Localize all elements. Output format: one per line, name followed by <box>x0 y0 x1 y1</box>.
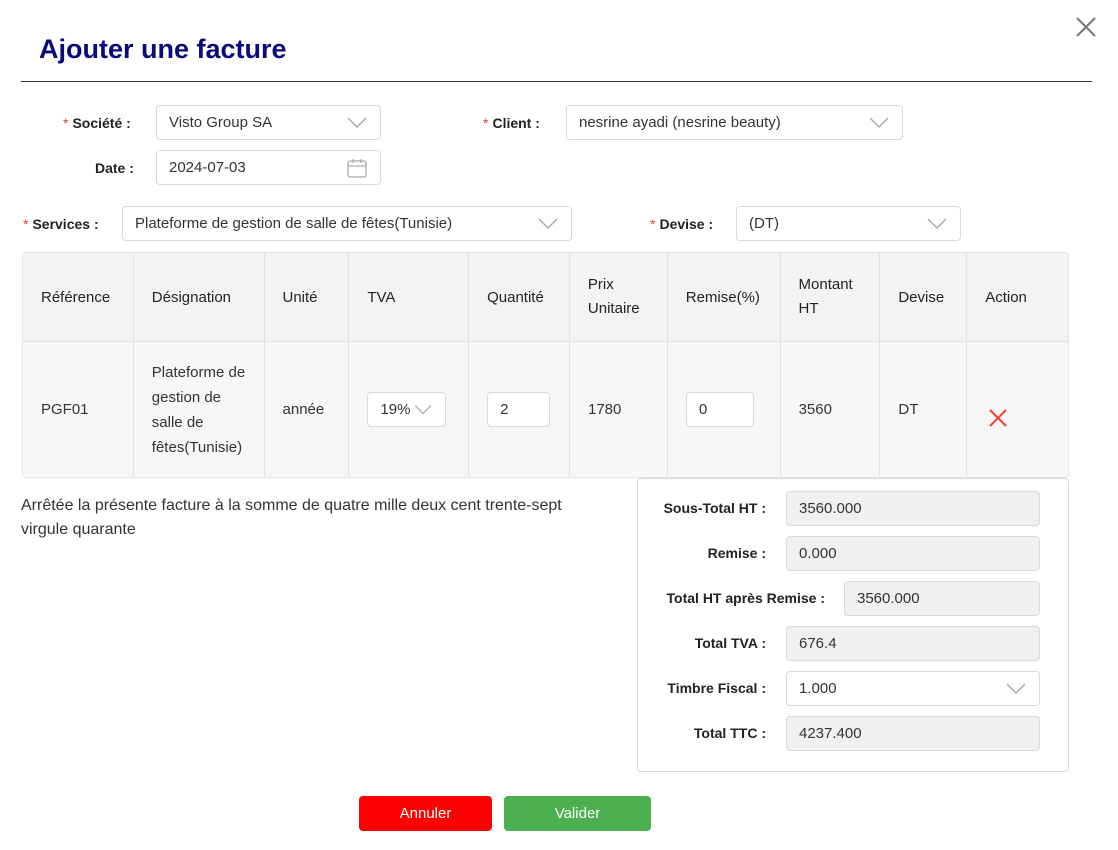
timbre-fiscal-select[interactable]: 1.000 <box>786 671 1040 706</box>
societe-select[interactable]: Visto Group SA <box>156 105 381 140</box>
chevron-down-icon <box>1006 682 1026 694</box>
header-devise: Devise <box>880 253 968 341</box>
add-invoice-dialog: Ajouter une facture * Société : Visto Gro… <box>0 0 1118 850</box>
sous-total-ht-field: 3560.000 <box>786 491 1040 526</box>
client-value: nesrine ayadi (nesrine beauty) <box>579 114 781 131</box>
services-label: * Services : <box>23 216 99 232</box>
tva-value: 19% <box>380 401 411 418</box>
header-prix-unitaire: Prix Unitaire <box>570 253 668 341</box>
date-label: Date : <box>95 160 134 176</box>
totals-panel: Sous-Total HT : 3560.000 Remise : 0.000 … <box>637 478 1069 772</box>
submit-button[interactable]: Valider <box>504 796 651 831</box>
chevron-down-icon <box>347 116 367 128</box>
total-tva-field: 676.4 <box>786 626 1040 661</box>
services-value: Plateforme de gestion de salle de fêtes(… <box>135 215 453 232</box>
close-icon[interactable] <box>1074 15 1098 39</box>
total-ht-apres-remise-label: Total HT après Remise : <box>666 590 825 606</box>
remise-field: 0.000 <box>786 536 1040 571</box>
invoice-lines-table: Référence Désignation Unité TVA Quantité… <box>22 252 1069 478</box>
header-unite: Unité <box>265 253 350 341</box>
total-tva-label: Total TVA : <box>694 635 766 651</box>
header-montant-ht: Montant HT <box>781 253 881 341</box>
header-tva: TVA <box>349 253 470 341</box>
header-action: Action <box>985 288 1027 306</box>
table-row: PGF01 Plateforme de gestion de salle de … <box>23 341 1068 477</box>
cell-tva: 19% <box>349 342 470 477</box>
tva-select[interactable]: 19% <box>367 392 447 427</box>
cell-prix-unitaire: 1780 <box>570 342 668 477</box>
cell-designation: Plateforme de gestion de salle de fêtes(… <box>134 342 265 477</box>
cell-reference: PGF01 <box>23 342 134 477</box>
timbre-fiscal-label: Timbre Fiscal : <box>667 680 766 696</box>
chevron-down-icon <box>927 217 947 229</box>
societe-label: * Société : <box>63 115 131 131</box>
header-quantite: Quantité <box>469 253 570 341</box>
chevron-down-icon <box>869 116 889 128</box>
header-remise: Remise(%) <box>668 253 781 341</box>
total-ttc-label: Total TTC : <box>693 725 766 741</box>
cell-remise: 0 <box>668 342 781 477</box>
societe-value: Visto Group SA <box>169 114 273 131</box>
devise-select[interactable]: (DT) <box>736 206 961 241</box>
table-header: Référence Désignation Unité TVA Quantité… <box>23 253 1068 341</box>
cancel-button[interactable]: Annuler <box>359 796 492 831</box>
cell-quantite: 2 <box>469 342 570 477</box>
header-designation: Désignation <box>134 253 265 341</box>
devise-value: (DT) <box>749 215 779 232</box>
remise-input[interactable]: 0 <box>685 392 754 427</box>
sous-total-ht-label: Sous-Total HT : <box>663 500 766 516</box>
cell-action <box>967 342 1068 477</box>
services-select[interactable]: Plateforme de gestion de salle de fêtes(… <box>122 206 572 241</box>
timbre-fiscal-value: 1.000 <box>799 680 837 697</box>
cell-montant-ht: 3560 <box>781 342 881 477</box>
client-label: * Client : <box>483 115 540 131</box>
amount-in-words: Arrêtée la présente facture à la somme d… <box>21 497 562 538</box>
date-picker[interactable]: 2024-07-03 <box>156 150 381 185</box>
client-select[interactable]: nesrine ayadi (nesrine beauty) <box>566 105 903 140</box>
delete-icon[interactable] <box>987 407 1009 429</box>
dialog-title: Ajouter une facture <box>39 34 287 64</box>
date-value: 2024-07-03 <box>169 159 246 176</box>
devise-label: * Devise : <box>650 216 714 232</box>
title-divider <box>21 81 1092 82</box>
remise-label: Remise : <box>707 545 766 561</box>
cell-devise: DT <box>880 342 968 477</box>
chevron-down-icon <box>538 217 558 229</box>
quantite-input[interactable]: 2 <box>487 392 551 427</box>
header-reference: Référence <box>23 253 134 341</box>
total-ht-apres-remise-field: 3560.000 <box>844 581 1040 616</box>
chevron-down-icon <box>415 404 432 414</box>
calendar-icon <box>347 158 367 178</box>
cell-unite: année <box>265 342 350 477</box>
total-ttc-field: 4237.400 <box>786 716 1040 751</box>
